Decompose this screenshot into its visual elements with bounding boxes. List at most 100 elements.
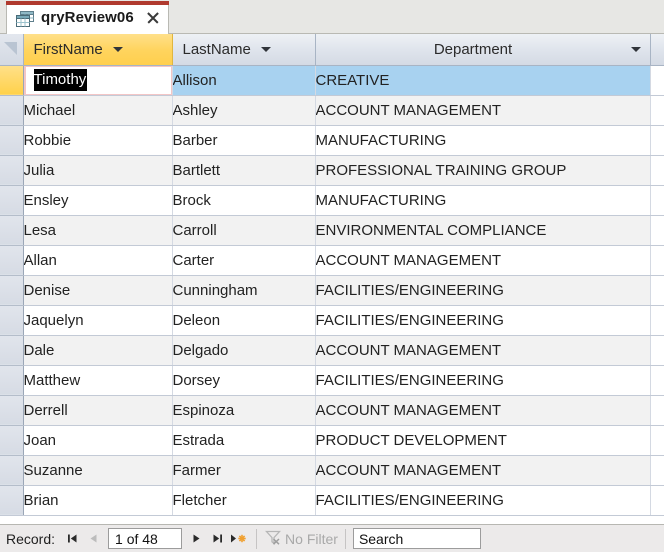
cell-department[interactable]: FACILITIES/ENGINEERING bbox=[315, 305, 651, 336]
column-header-last-name[interactable]: LastName bbox=[172, 34, 316, 66]
record-selector[interactable] bbox=[0, 335, 24, 366]
record-selector[interactable] bbox=[0, 425, 24, 456]
record-navigator: Record: 1 of 48 bbox=[6, 528, 249, 550]
cell-last-name[interactable]: Fletcher bbox=[172, 485, 316, 516]
cell-last-name[interactable]: Espinoza bbox=[172, 395, 316, 426]
cell-department[interactable]: PROFESSIONAL TRAINING GROUP bbox=[315, 155, 651, 186]
datasheet-grid[interactable]: FirstName LastName Department Timothy Al… bbox=[0, 34, 664, 524]
cell-department[interactable]: FACILITIES/ENGINEERING bbox=[315, 275, 651, 306]
table-row[interactable]: Jaquelyn Deleon FACILITIES/ENGINEERING bbox=[0, 305, 664, 336]
table-row[interactable]: Suzanne Farmer ACCOUNT MANAGEMENT bbox=[0, 455, 664, 486]
record-label: Record: bbox=[6, 530, 56, 547]
cell-department[interactable]: FACILITIES/ENGINEERING bbox=[315, 365, 651, 396]
record-selector[interactable] bbox=[0, 485, 24, 516]
record-selector[interactable] bbox=[0, 275, 24, 306]
cell-last-name[interactable]: Ashley bbox=[172, 95, 316, 126]
cell-last-name[interactable]: Dorsey bbox=[172, 365, 316, 396]
cell-last-name[interactable]: Farmer bbox=[172, 455, 316, 486]
table-row[interactable]: Ensley Brock MANUFACTURING bbox=[0, 185, 664, 216]
chevron-down-icon[interactable] bbox=[260, 46, 271, 52]
cell-first-name[interactable]: Timothy bbox=[23, 65, 173, 96]
cell-last-name[interactable]: Allison bbox=[172, 65, 316, 96]
cell-last-name[interactable]: Carroll bbox=[172, 215, 316, 246]
table-row[interactable]: Denise Cunningham FACILITIES/ENGINEERING bbox=[0, 275, 664, 306]
column-header-label: FirstName bbox=[33, 40, 103, 58]
cell-first-name[interactable]: Jaquelyn bbox=[23, 305, 173, 336]
next-record-icon[interactable] bbox=[186, 528, 207, 550]
filter-status[interactable]: No Filter bbox=[264, 529, 338, 549]
cell-first-name[interactable]: Julia bbox=[23, 155, 173, 186]
table-row[interactable]: Julia Bartlett PROFESSIONAL TRAINING GROUP bbox=[0, 155, 664, 186]
row-filler bbox=[650, 305, 664, 336]
cell-department[interactable]: PRODUCT DEVELOPMENT bbox=[315, 425, 651, 456]
column-header-first-name[interactable]: FirstName bbox=[23, 34, 173, 66]
cell-first-name[interactable]: Lesa bbox=[23, 215, 173, 246]
cell-last-name[interactable]: Estrada bbox=[172, 425, 316, 456]
cell-first-name[interactable]: Allan bbox=[23, 245, 173, 276]
cell-department[interactable]: ACCOUNT MANAGEMENT bbox=[315, 455, 651, 486]
cell-first-name[interactable]: Dale bbox=[23, 335, 173, 366]
table-row[interactable]: Dale Delgado ACCOUNT MANAGEMENT bbox=[0, 335, 664, 366]
record-selector[interactable] bbox=[0, 125, 24, 156]
table-row[interactable]: Lesa Carroll ENVIRONMENTAL COMPLIANCE bbox=[0, 215, 664, 246]
record-selector[interactable] bbox=[0, 185, 24, 216]
cell-first-name[interactable]: Michael bbox=[23, 95, 173, 126]
cell-last-name[interactable]: Brock bbox=[172, 185, 316, 216]
column-header-row: FirstName LastName Department bbox=[0, 34, 664, 66]
cell-department[interactable]: MANUFACTURING bbox=[315, 185, 651, 216]
cell-last-name[interactable]: Cunningham bbox=[172, 275, 316, 306]
table-row[interactable]: Derrell Espinoza ACCOUNT MANAGEMENT bbox=[0, 395, 664, 426]
last-record-icon[interactable] bbox=[207, 528, 228, 550]
cell-first-name[interactable]: Denise bbox=[23, 275, 173, 306]
record-selector[interactable] bbox=[0, 95, 24, 126]
cell-first-name[interactable]: Brian bbox=[23, 485, 173, 516]
record-selector[interactable] bbox=[0, 245, 24, 276]
table-row[interactable]: Matthew Dorsey FACILITIES/ENGINEERING bbox=[0, 365, 664, 396]
cell-first-name[interactable]: Suzanne bbox=[23, 455, 173, 486]
select-all-icon[interactable] bbox=[0, 34, 24, 66]
record-selector[interactable] bbox=[0, 365, 24, 396]
cell-department[interactable]: FACILITIES/ENGINEERING bbox=[315, 485, 651, 516]
table-row[interactable]: Timothy Allison CREATIVE bbox=[0, 65, 664, 96]
record-selector[interactable] bbox=[0, 455, 24, 486]
chevron-down-icon[interactable] bbox=[630, 46, 641, 52]
active-cell-editor[interactable]: Timothy bbox=[23, 65, 171, 94]
table-row[interactable]: Joan Estrada PRODUCT DEVELOPMENT bbox=[0, 425, 664, 456]
previous-record-icon[interactable] bbox=[83, 528, 104, 550]
row-filler bbox=[650, 245, 664, 276]
cell-first-name[interactable]: Ensley bbox=[23, 185, 173, 216]
cell-first-name[interactable]: Matthew bbox=[23, 365, 173, 396]
column-header-department[interactable]: Department bbox=[315, 34, 651, 66]
cell-department[interactable]: ACCOUNT MANAGEMENT bbox=[315, 335, 651, 366]
cell-department[interactable]: CREATIVE bbox=[315, 65, 651, 96]
cell-last-name[interactable]: Barber bbox=[172, 125, 316, 156]
cell-department[interactable]: ACCOUNT MANAGEMENT bbox=[315, 395, 651, 426]
table-row[interactable]: Brian Fletcher FACILITIES/ENGINEERING bbox=[0, 485, 664, 516]
first-record-icon[interactable] bbox=[62, 528, 83, 550]
cell-last-name[interactable]: Delgado bbox=[172, 335, 316, 366]
cell-last-name[interactable]: Bartlett bbox=[172, 155, 316, 186]
chevron-down-icon[interactable] bbox=[112, 46, 123, 52]
cell-department[interactable]: ACCOUNT MANAGEMENT bbox=[315, 245, 651, 276]
close-icon[interactable] bbox=[145, 10, 160, 25]
cell-first-name[interactable]: Derrell bbox=[23, 395, 173, 426]
new-record-icon[interactable] bbox=[228, 528, 249, 550]
table-row[interactable]: Allan Carter ACCOUNT MANAGEMENT bbox=[0, 245, 664, 276]
cell-last-name[interactable]: Deleon bbox=[172, 305, 316, 336]
cell-department[interactable]: ACCOUNT MANAGEMENT bbox=[315, 95, 651, 126]
record-selector[interactable] bbox=[0, 305, 24, 336]
table-row[interactable]: Robbie Barber MANUFACTURING bbox=[0, 125, 664, 156]
record-selector[interactable] bbox=[0, 65, 24, 96]
cell-last-name[interactable]: Carter bbox=[172, 245, 316, 276]
record-selector[interactable] bbox=[0, 215, 24, 246]
cell-first-name[interactable]: Robbie bbox=[23, 125, 173, 156]
cell-department[interactable]: ENVIRONMENTAL COMPLIANCE bbox=[315, 215, 651, 246]
current-record-input[interactable]: 1 of 48 bbox=[108, 528, 183, 549]
document-tab-qryreview06[interactable]: qryReview06 bbox=[6, 1, 169, 34]
table-row[interactable]: Michael Ashley ACCOUNT MANAGEMENT bbox=[0, 95, 664, 126]
cell-first-name[interactable]: Joan bbox=[23, 425, 173, 456]
record-selector[interactable] bbox=[0, 395, 24, 426]
record-selector[interactable] bbox=[0, 155, 24, 186]
cell-department[interactable]: MANUFACTURING bbox=[315, 125, 651, 156]
search-input[interactable]: Search bbox=[352, 528, 481, 549]
